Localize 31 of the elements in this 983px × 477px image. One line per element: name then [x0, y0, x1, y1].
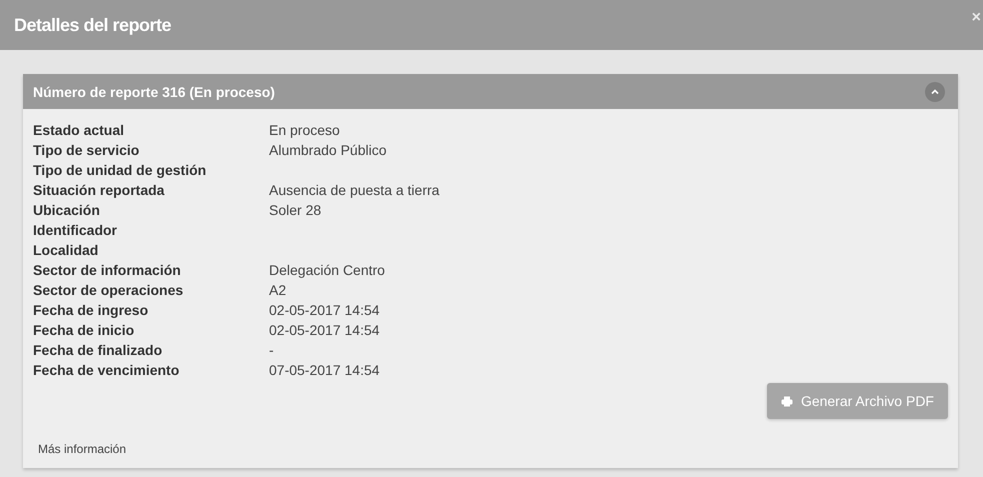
- window-title: Detalles del reporte: [14, 14, 172, 36]
- field-label: Fecha de inicio: [33, 321, 136, 340]
- field-label: Tipo de unidad de gestión: [33, 161, 208, 180]
- field-value: 02-05-2017 14:54: [269, 301, 381, 320]
- field-value: A2: [269, 281, 288, 300]
- collapse-button[interactable]: [925, 82, 945, 102]
- panel-title: Número de reporte 316 (En proceso): [33, 84, 275, 100]
- generate-pdf-button[interactable]: Generar Archivo PDF: [766, 383, 948, 419]
- field-label: Fecha de vencimiento: [33, 361, 180, 380]
- field-label: Fecha de ingreso: [33, 301, 150, 320]
- field-label: Tipo de servicio: [33, 141, 140, 160]
- field-label: Sector de operaciones: [33, 281, 184, 300]
- field-value: Ausencia de puesta a tierra: [269, 181, 440, 200]
- field-value: Soler 28: [269, 201, 322, 220]
- field-value: 07-05-2017 14:54: [269, 361, 381, 380]
- field-value: Alumbrado Público: [269, 141, 388, 160]
- field-label: Localidad: [33, 241, 100, 260]
- field-label: Fecha de finalizado: [33, 341, 164, 360]
- field-label: Identificador: [33, 221, 118, 240]
- field-value: -: [269, 341, 275, 360]
- field-value: 02-05-2017 14:54: [269, 321, 381, 340]
- field-label: Situación reportada: [33, 181, 166, 200]
- field-label: Sector de información: [33, 261, 182, 280]
- more-info-link[interactable]: Más información: [38, 442, 126, 456]
- field-value: Delegación Centro: [269, 261, 386, 280]
- field-value: En proceso: [269, 121, 341, 140]
- close-button[interactable]: ×: [970, 9, 982, 41]
- field-label: Estado actual: [33, 121, 126, 140]
- printer-icon: [780, 396, 793, 406]
- chevron-icon: [930, 86, 940, 96]
- field-label: Ubicación: [33, 201, 101, 220]
